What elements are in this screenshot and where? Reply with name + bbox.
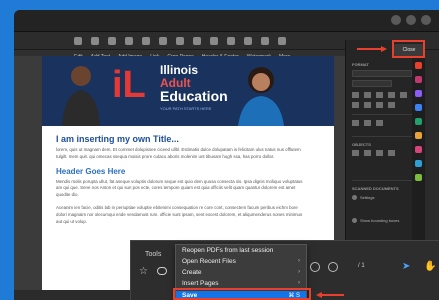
text-style-icons	[352, 92, 407, 98]
settings-label[interactable]: Settings	[360, 195, 374, 200]
underline-icon[interactable]	[376, 92, 383, 98]
font-select[interactable]	[352, 70, 412, 77]
woman-photo	[238, 67, 284, 126]
illinois-logo-mark: iL	[112, 64, 146, 106]
settings-icon[interactable]	[352, 195, 357, 200]
paragraph-2[interactable]: Mendis molis porupta ullut, fat aseque v…	[56, 179, 306, 199]
more-icon[interactable]	[278, 37, 286, 45]
paragraph-3[interactable]: Aceanim ien facie, oditis lab in periupt…	[56, 205, 306, 225]
window-controls	[391, 15, 431, 25]
export-pdf-icon[interactable]	[415, 62, 422, 69]
pointer-icon[interactable]: ➤	[402, 261, 410, 272]
comment-icon[interactable]	[210, 37, 218, 45]
chevron-right-icon: ›	[298, 269, 300, 275]
menu-item-create[interactable]: Create	[182, 269, 202, 276]
hand-tool-icon[interactable]	[193, 37, 201, 45]
crop-icon[interactable]	[388, 150, 395, 156]
banner-image: iL Illinois Adult Education YOUR PATH ST…	[42, 56, 334, 126]
flip-icon[interactable]	[364, 150, 371, 156]
arrange-icon[interactable]	[352, 150, 359, 156]
chevron-right-icon: ›	[298, 258, 300, 264]
checkbox-icon[interactable]	[352, 218, 357, 223]
avatar[interactable]	[421, 15, 431, 25]
comment-tool-icon[interactable]	[415, 104, 422, 111]
format-section-label: FORMAT	[352, 62, 369, 67]
menu-item-reopen[interactable]: Reopen PDFs from last session	[182, 247, 273, 254]
menu-item-insert-pages[interactable]: Insert Pages	[182, 280, 219, 287]
sign-icon[interactable]	[244, 37, 252, 45]
page-up-icon[interactable]	[125, 37, 133, 45]
banner-line3: Education	[160, 88, 228, 105]
panel-divider	[352, 136, 414, 137]
document-body[interactable]: I am inserting my own Title... lorem, qu…	[56, 134, 306, 232]
help-icon[interactable]	[391, 15, 401, 25]
numbered-list-icon[interactable]	[400, 92, 407, 98]
highlight-icon[interactable]	[227, 37, 235, 45]
cloud-icon[interactable]	[157, 267, 167, 275]
banner-line1: Illinois	[160, 63, 199, 77]
page-nav-icons	[310, 262, 338, 272]
save-icon[interactable]	[74, 37, 82, 45]
page-nav-down-icon[interactable]	[328, 262, 338, 272]
banner-logo-text: Illinois Adult Education YOUR PATH START…	[160, 64, 240, 111]
list-icon[interactable]	[388, 92, 395, 98]
justify-icon[interactable]	[388, 102, 395, 108]
title-bar	[14, 10, 439, 32]
objects-section-label: OBJECTS	[352, 142, 371, 147]
bold-icon[interactable]	[352, 92, 359, 98]
toolbar-icons	[74, 37, 286, 45]
para-spacing-icon[interactable]	[364, 120, 371, 126]
zoom-icon[interactable]	[159, 37, 167, 45]
panel-divider	[352, 114, 414, 115]
page-down-icon[interactable]	[142, 37, 150, 45]
scale-icon[interactable]	[376, 120, 383, 126]
page-indicator: / 1	[358, 263, 365, 269]
notification-icon[interactable]	[406, 15, 416, 25]
share-icon[interactable]	[261, 37, 269, 45]
hand-icon[interactable]: ✋	[424, 261, 436, 272]
document-title[interactable]: I am inserting my own Title...	[56, 134, 306, 144]
paragraph-1[interactable]: lorem, quis ut magnam dem. Et commet dol…	[56, 147, 306, 161]
menu-item-open-recent[interactable]: Open Recent Files	[182, 258, 236, 265]
fill-sign-icon[interactable]	[415, 160, 422, 167]
panel-divider	[352, 180, 414, 181]
create-pdf-icon[interactable]	[415, 76, 422, 83]
italic-icon[interactable]	[364, 92, 371, 98]
arrow-to-close-icon	[357, 46, 387, 52]
align-right-icon[interactable]	[376, 102, 383, 108]
align-center-icon[interactable]	[364, 102, 371, 108]
align-left-icon[interactable]	[352, 102, 359, 108]
organize-icon[interactable]	[415, 118, 422, 125]
banner-tagline: YOUR PATH STARTS HERE	[160, 105, 212, 111]
font-size-select[interactable]	[352, 80, 392, 87]
page-nav-up-icon[interactable]	[310, 262, 320, 272]
tools-label[interactable]: Tools	[145, 251, 161, 258]
save-highlight-box	[173, 288, 311, 300]
edit-pdf-icon[interactable]	[415, 90, 422, 97]
arrow-to-save-icon	[316, 292, 344, 298]
spacing-icons	[352, 120, 383, 126]
protect-icon[interactable]	[415, 146, 422, 153]
search-icon[interactable]	[108, 37, 116, 45]
scanned-section-label: SCANNED DOCUMENTS	[352, 186, 399, 191]
line-spacing-icon[interactable]	[352, 120, 359, 126]
section-heading[interactable]: Header Goes Here	[56, 167, 306, 176]
show-boxes-label[interactable]: Show bounding boxes	[360, 218, 399, 223]
chevron-right-icon: ›	[298, 280, 300, 286]
align-icons	[352, 102, 395, 108]
star-icon[interactable]: ☆	[139, 266, 148, 277]
close-highlight-box	[392, 40, 425, 58]
rotate-icon[interactable]	[376, 150, 383, 156]
man-photo	[62, 66, 100, 126]
select-icon[interactable]	[176, 37, 184, 45]
scan-icon[interactable]	[415, 132, 422, 139]
more-tools-icon[interactable]	[415, 174, 422, 181]
objects-icons	[352, 150, 395, 156]
print-icon[interactable]	[91, 37, 99, 45]
